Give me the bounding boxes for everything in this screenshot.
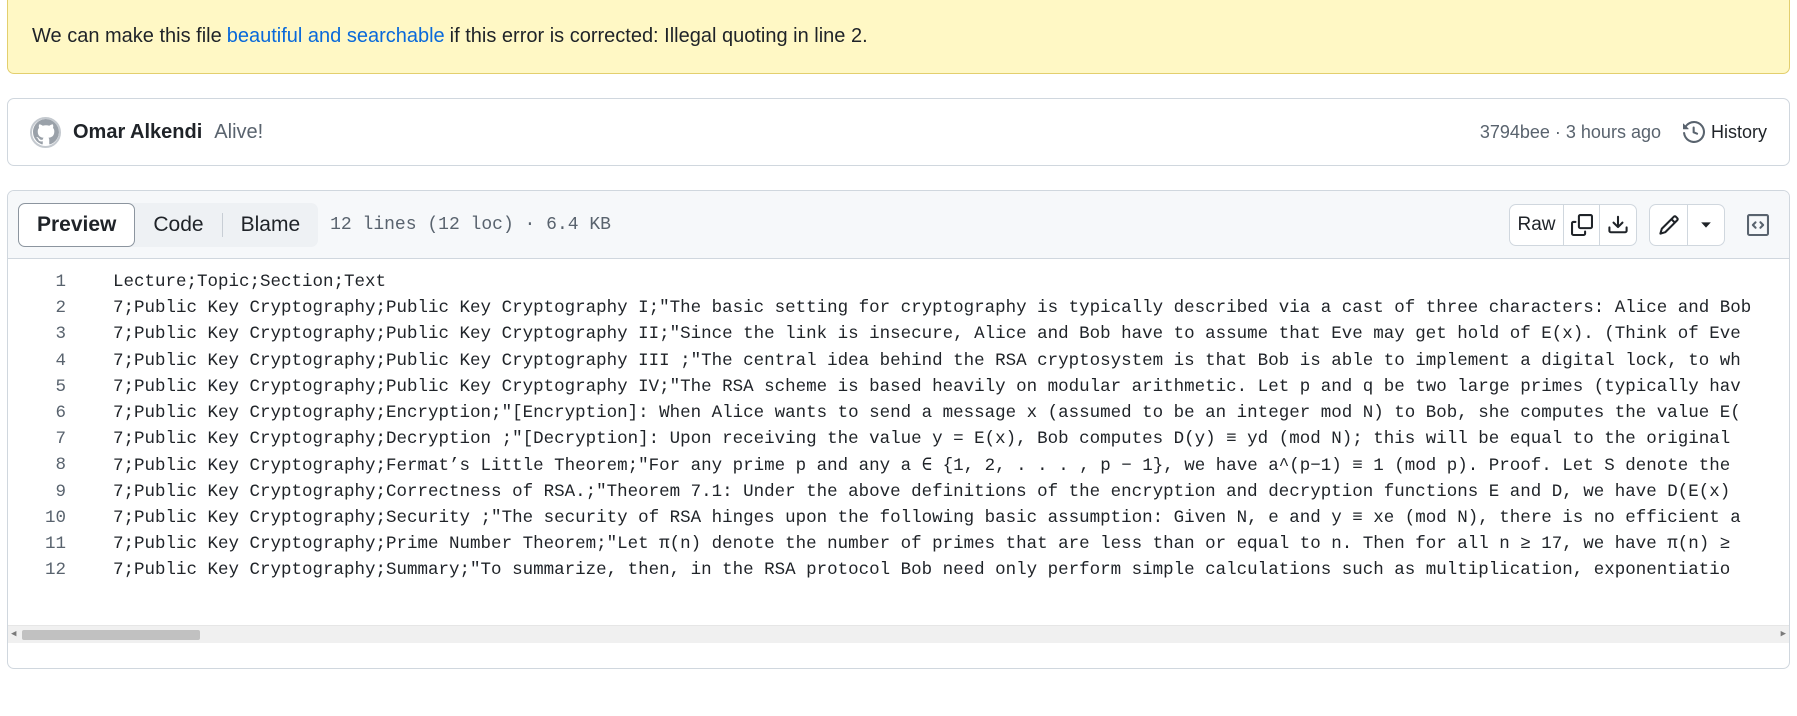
- commit-message[interactable]: Alive!: [214, 121, 263, 144]
- line-number[interactable]: 7: [8, 429, 80, 449]
- line-text: 7;Public Key Cryptography;Decryption ;"[…: [113, 429, 1731, 450]
- line-text: 7;Public Key Cryptography;Correctness of…: [113, 481, 1731, 502]
- line-text: Lecture;Topic;Section;Text: [113, 272, 387, 293]
- line-number[interactable]: 6: [8, 403, 80, 423]
- line-text: 7;Public Key Cryptography;Public Key Cry…: [113, 376, 1741, 397]
- latest-commit-bar: Omar Alkendi Alive! 3794bee · 3 hours ag…: [7, 98, 1790, 166]
- line-text: 7;Public Key Cryptography;Public Key Cry…: [113, 324, 1741, 345]
- commit-author[interactable]: Omar Alkendi: [73, 121, 202, 144]
- history-icon: [1682, 121, 1705, 143]
- scroll-right-arrow-icon[interactable]: ▶: [1781, 629, 1786, 639]
- code-line: 7 7;Public Key Cryptography;Decryption ;"…: [8, 426, 1789, 452]
- line-number[interactable]: 3: [8, 324, 80, 344]
- code-lines: 1 Lecture;Topic;Section;Text 2 7;Public Key…: [8, 269, 1789, 583]
- code-line: 8 7;Public Key Cryptography;Fermat’s Litt…: [8, 452, 1789, 478]
- line-number[interactable]: 5: [8, 377, 80, 397]
- line-number[interactable]: 1: [8, 272, 80, 292]
- avatar[interactable]: [30, 116, 61, 148]
- symbols-panel-button[interactable]: [1737, 204, 1779, 246]
- history-button[interactable]: History: [1682, 121, 1767, 143]
- tab-blame[interactable]: Blame: [223, 203, 319, 247]
- line-text: 7;Public Key Cryptography;Public Key Cry…: [113, 298, 1752, 319]
- code-line: 10 7;Public Key Cryptography;Security ;"T…: [8, 505, 1789, 531]
- code-line: 2 7;Public Key Cryptography;Public Key Cr…: [8, 295, 1789, 321]
- raw-copy-download-group: Raw: [1509, 203, 1637, 246]
- code-line: 1 Lecture;Topic;Section;Text: [8, 269, 1789, 295]
- code-line: 12 7;Public Key Cryptography;Summary;"To …: [8, 557, 1789, 583]
- beautiful-searchable-link[interactable]: beautiful and searchable: [227, 25, 445, 48]
- code-line: 9 7;Public Key Cryptography;Correctness o…: [8, 479, 1789, 505]
- tab-preview[interactable]: Preview: [18, 202, 136, 247]
- banner-text-prefix: We can make this file: [32, 25, 222, 47]
- file-viewer: Preview Code Blame 12 lines (12 loc) · 6…: [7, 190, 1790, 669]
- line-text: 7;Public Key Cryptography;Fermat’s Littl…: [113, 455, 1731, 476]
- line-text: 7;Public Key Cryptography;Encryption;"[E…: [113, 403, 1741, 424]
- code-line: 5 7;Public Key Cryptography;Public Key Cr…: [8, 374, 1789, 400]
- scroll-left-arrow-icon[interactable]: ◀: [11, 629, 16, 639]
- download-icon: [1608, 215, 1628, 233]
- banner-text-suffix: if this error is corrected: Illegal quot…: [449, 25, 868, 47]
- line-number[interactable]: 10: [8, 508, 80, 528]
- file-info: 12 lines (12 loc) · 6.4 KB: [330, 214, 611, 235]
- view-mode-switcher: Preview Code Blame: [18, 202, 319, 247]
- line-text: 7;Public Key Cryptography;Prime Number T…: [113, 533, 1731, 554]
- line-number[interactable]: 11: [8, 534, 80, 554]
- pencil-icon: [1658, 214, 1679, 235]
- copy-icon: [1570, 213, 1593, 236]
- copy-raw-button[interactable]: [1564, 204, 1600, 245]
- raw-button[interactable]: Raw: [1510, 204, 1564, 245]
- file-header: Preview Code Blame 12 lines (12 loc) · 6…: [8, 191, 1789, 259]
- code-line: 11 7;Public Key Cryptography;Prime Number…: [8, 531, 1789, 557]
- code-view: 1 Lecture;Topic;Section;Text 2 7;Public Key…: [8, 259, 1789, 649]
- code-line: 4 7;Public Key Cryptography;Public Key Cr…: [8, 348, 1789, 374]
- line-number[interactable]: 2: [8, 298, 80, 318]
- more-edit-options-button[interactable]: [1688, 205, 1724, 245]
- scrollbar-thumb[interactable]: [22, 630, 200, 640]
- line-text: 7;Public Key Cryptography;Summary;"To su…: [113, 560, 1731, 581]
- line-number[interactable]: 12: [8, 560, 80, 580]
- line-text: 7;Public Key Cryptography;Security ;"The…: [113, 507, 1741, 528]
- github-avatar-icon: [32, 119, 59, 145]
- edit-group: [1649, 203, 1725, 246]
- code-square-icon: [1747, 213, 1769, 236]
- horizontal-scrollbar[interactable]: ◀ ▶: [8, 625, 1789, 643]
- triangle-down-icon: [1701, 221, 1711, 228]
- csv-error-banner: We can make this file beautiful and sear…: [7, 0, 1790, 74]
- download-raw-button[interactable]: [1600, 205, 1636, 245]
- line-number[interactable]: 9: [8, 482, 80, 502]
- line-number[interactable]: 8: [8, 455, 80, 475]
- history-label: History: [1710, 121, 1767, 142]
- line-number[interactable]: 4: [8, 351, 80, 371]
- code-line: 3 7;Public Key Cryptography;Public Key Cr…: [8, 321, 1789, 347]
- tab-code[interactable]: Code: [135, 203, 221, 247]
- code-line: 6 7;Public Key Cryptography;Encryption;"[…: [8, 400, 1789, 426]
- commit-meta[interactable]: 3794bee · 3 hours ago: [1480, 122, 1661, 143]
- edit-file-button[interactable]: [1650, 204, 1688, 245]
- line-text: 7;Public Key Cryptography;Public Key Cry…: [113, 350, 1741, 371]
